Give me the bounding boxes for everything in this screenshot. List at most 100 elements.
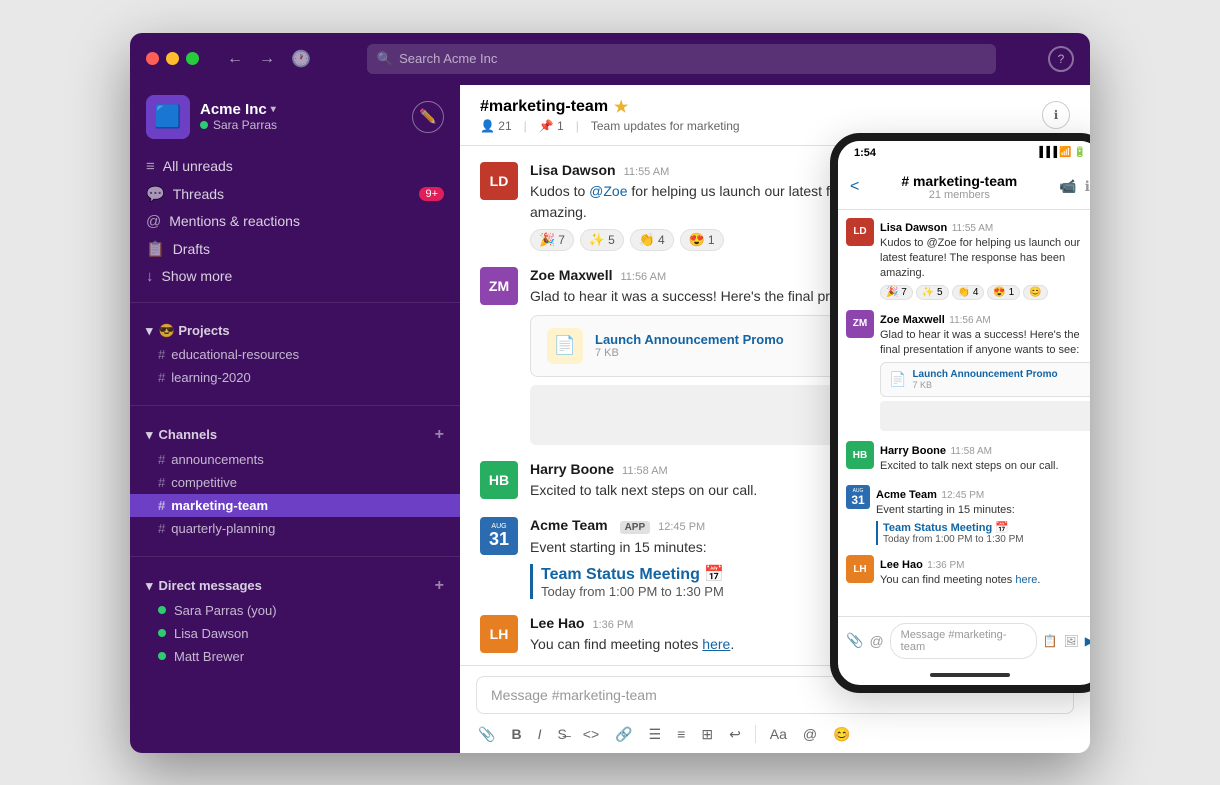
reaction[interactable]: 🎉 7 [880,285,913,300]
reaction[interactable]: 😊 [1023,285,1047,300]
mobile-signal: ▐▐▐📶🔋 [1036,147,1086,158]
reaction[interactable]: 😍 1 [987,285,1020,300]
workspace-name[interactable]: Acme Inc ▾ [200,101,412,118]
channel-description: Team updates for marketing [591,119,740,133]
reaction[interactable]: ✨ 5 [916,285,949,300]
sidebar-item-competitive[interactable]: # competitive [130,471,460,494]
minimize-button[interactable] [166,52,179,65]
mobile-send-button[interactable]: ▶ [1085,634,1090,648]
nav-item-mentions[interactable]: @ Mentions & reactions [130,208,460,235]
code-button[interactable]: <> [581,724,601,744]
home-bar [930,673,1010,677]
msg-author: Lee Hao [530,615,584,631]
nav-item-show-more[interactable]: ↓ Show more [130,263,460,290]
close-button[interactable] [146,52,159,65]
projects-header[interactable]: ▾ 😎 Projects [130,319,460,343]
maximize-button[interactable] [186,52,199,65]
app-window: ← → 🕐 🔍 Search Acme Inc ? 🟦 Acme Inc ▾ [130,33,1090,753]
history-button[interactable]: 🕐 [287,47,315,71]
forward-button[interactable]: → [255,47,279,71]
mobile-overlay: 1:54 ▐▐▐📶🔋 < # marketing-team 21 members… [830,133,1090,693]
mobile-attach-button[interactable]: 📎 [846,632,863,649]
mobile-cal-badge: AUG 31 [846,485,870,509]
mobile-video-icon[interactable]: 📹 [1059,178,1076,195]
app-badge: APP [620,521,651,534]
channels-header[interactable]: ▾ Channels + [130,422,460,448]
sidebar-item-marketing-team[interactable]: # marketing-team [130,494,460,517]
emoji-button[interactable]: 😊 [831,724,852,745]
dm-chevron: ▾ [146,578,153,594]
hash-icon: # [158,370,165,385]
avatar-harry: HB [480,461,518,499]
block-button[interactable]: ⊞ [699,724,715,745]
mobile-reactions: 🎉 7 ✨ 5 👏 4 😍 1 😊 [880,285,1090,300]
mobile-message-1: LD Lisa Dawson 11:55 AM Kudos to @Zoe fo… [846,218,1090,300]
dm-lisa[interactable]: Lisa Dawson [130,622,460,645]
undo-button[interactable]: ↩ [727,724,743,745]
compose-button[interactable]: ✏️ [412,101,444,133]
mobile-message-input[interactable]: Message #marketing-team [890,623,1037,659]
unordered-list-button[interactable]: ≡ [675,724,687,744]
mobile-msg-content: Zoe Maxwell 11:56 AM Glad to hear it was… [880,310,1090,432]
star-icon[interactable]: ★ [614,97,628,117]
italic-button[interactable]: I [536,724,544,744]
add-channel-button[interactable]: + [435,426,444,444]
mobile-event-link[interactable]: Team Status Meeting 📅 [883,521,1090,534]
channel-meta: 👤 21 | 📌 1 | Team updates for marketing [480,119,740,133]
msg-author: Lisa Dawson [530,162,616,178]
pinned-count: 📌 1 [539,119,564,133]
dm-matt[interactable]: Matt Brewer [130,645,460,668]
mobile-info-icon[interactable]: ℹ [1085,178,1090,195]
mention-button[interactable]: @ [801,724,819,744]
search-bar[interactable]: 🔍 Search Acme Inc [367,44,996,74]
nav-item-all-unreads[interactable]: ≡ All unreads [130,153,460,180]
info-button[interactable]: ℹ [1042,101,1070,129]
link-button[interactable]: 🔗 [613,724,634,745]
back-button[interactable]: ← [223,47,247,71]
add-dm-button[interactable]: + [435,577,444,595]
help-button[interactable]: ? [1048,46,1074,72]
threads-badge: 9+ [419,187,444,201]
channel-item-educational[interactable]: # educational-resources [130,343,460,366]
strikethrough-button[interactable]: S̶ [555,724,568,744]
sidebar-item-announcements[interactable]: # announcements [130,448,460,471]
all-unreads-icon: ≡ [146,158,155,175]
reaction-party[interactable]: 🎉7 [530,229,574,251]
mobile-time: 1:36 PM [927,560,964,571]
attach-size: 7 KB [912,380,1057,390]
ordered-list-button[interactable]: ☰ [647,724,664,745]
mobile-attachment[interactable]: 📄 Launch Announcement Promo 7 KB [880,362,1090,397]
online-status-dot [200,121,208,129]
username-label: Sara Parras [213,118,277,132]
reaction-sparkle[interactable]: ✨5 [580,229,624,251]
text-size-button[interactable]: Aa [768,724,789,744]
mobile-author: Harry Boone [880,445,946,457]
mobile-input-bar: 📎 @ Message #marketing-team 📋 🖼 ▶ [838,616,1090,665]
avatar-initials: HB [480,461,518,499]
mobile-text: Event starting in 15 minutes: [876,503,1090,518]
hash-icon: # [158,521,165,536]
sidebar-item-quarterly-planning[interactable]: # quarterly-planning [130,517,460,540]
msg-time: 1:36 PM [592,619,633,631]
mobile-back-button[interactable]: < [850,178,859,196]
mobile-text: You can find meeting notes here. [880,573,1090,588]
nav-item-drafts[interactable]: 📋 Drafts [130,235,460,263]
dm-sara[interactable]: Sara Parras (you) [130,599,460,622]
dm-header[interactable]: ▾ Direct messages + [130,573,460,599]
mobile-notes-link[interactable]: here [1015,574,1037,586]
reaction-heart-eyes[interactable]: 😍1 [680,229,724,251]
reaction[interactable]: 👏 4 [952,285,985,300]
mobile-time: 11:58 AM [950,446,992,457]
nav-item-threads[interactable]: 💬 Threads 9+ [130,180,460,208]
attach-button[interactable]: 📎 [476,724,497,745]
mention[interactable]: @Zoe [589,183,627,199]
bold-button[interactable]: B [509,724,523,744]
mobile-home-indicator [838,665,1090,685]
mobile-sticker-button[interactable]: 📋 [1043,634,1058,648]
channel-item-learning[interactable]: # learning-2020 [130,366,460,389]
mobile-mention-button[interactable]: @ [869,633,883,649]
reaction-clap[interactable]: 👏4 [630,229,674,251]
mobile-gif-button[interactable]: 🖼 [1064,634,1079,648]
meeting-notes-link[interactable]: here [702,636,730,652]
mobile-channel-name: # marketing-team [867,173,1051,189]
